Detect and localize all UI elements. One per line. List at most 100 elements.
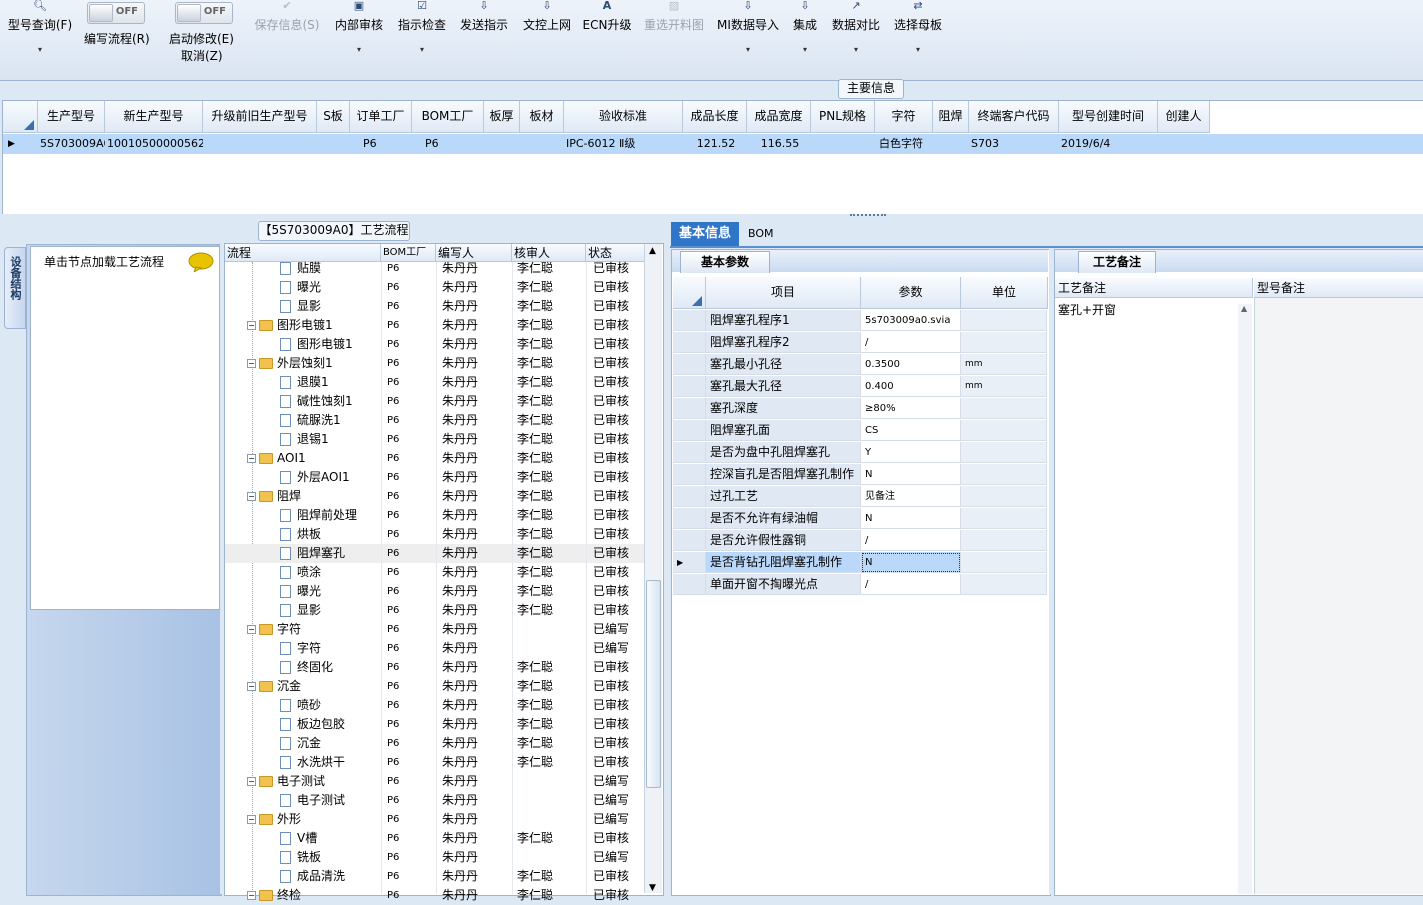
collapse-toggle-icon[interactable]: − [247, 321, 256, 330]
scrollbar-thumb[interactable] [646, 580, 661, 788]
basic-unit-cell[interactable] [961, 420, 1047, 441]
main-info-col-header[interactable]: 生产型号 [38, 101, 105, 133]
process-step-node[interactable]: 退膜1 P6 朱丹丹 李仁聪 已审核 [225, 373, 645, 392]
collapse-toggle-icon[interactable]: − [247, 454, 256, 463]
model-query-button[interactable]: 🔍︎ 型号查询(F) ▾ [4, 0, 76, 78]
internal-review-button[interactable]: ▣ 内部审核 ▾ [333, 0, 385, 78]
scroll-up-icon[interactable]: ▲ [1241, 304, 1247, 313]
collapse-toggle-icon[interactable]: − [247, 777, 256, 786]
main-info-cell[interactable] [811, 134, 875, 154]
basic-unit-cell[interactable]: mm [961, 354, 1047, 375]
mi-import-button[interactable]: ⇩ MI数据导入 ▾ [715, 0, 781, 78]
process-step-node[interactable]: 喷涂 P6 朱丹丹 李仁聪 已审核 [225, 563, 645, 582]
basic-param-cell[interactable]: N [861, 464, 961, 485]
tab-process-notes[interactable]: 工艺备注 [1078, 251, 1156, 273]
ecn-upgrade-button[interactable]: A ECN升级 [582, 0, 632, 78]
process-group-node[interactable]: − AOI1 P6 朱丹丹 李仁聪 已审核 [225, 449, 645, 468]
main-info-col-header[interactable]: 板厚 [484, 101, 520, 133]
horizontal-splitter[interactable] [0, 214, 1423, 222]
main-info-cell[interactable]: 白色字符 [877, 134, 933, 154]
main-info-col-header[interactable]: 板材 [520, 101, 564, 133]
row-header-cell[interactable] [673, 508, 706, 529]
process-group-node[interactable]: − 电子测试 P6 朱丹丹 已编写 [225, 772, 645, 791]
row-header-cell[interactable] [673, 354, 706, 375]
tab-basic-info[interactable]: 基本信息 [671, 222, 739, 246]
main-info-cell[interactable] [317, 134, 350, 154]
main-info-col-header[interactable]: 升级前旧生产型号 [203, 101, 317, 133]
basic-unit-cell[interactable] [961, 310, 1047, 331]
main-info-cell[interactable]: P6 [361, 134, 412, 154]
basic-param-cell[interactable]: 0.400 [861, 376, 961, 397]
vertical-scrollbar[interactable]: ▲ [1238, 304, 1252, 894]
process-step-node[interactable]: 硫脲洗1 P6 朱丹丹 李仁聪 已审核 [225, 411, 645, 430]
process-step-node[interactable]: 贴膜 P6 朱丹丹 李仁聪 已审核 [225, 259, 645, 278]
process-step-node[interactable]: 显影 P6 朱丹丹 李仁聪 已审核 [225, 601, 645, 620]
process-step-node[interactable]: 图形电镀1 P6 朱丹丹 李仁聪 已审核 [225, 335, 645, 354]
basic-param-cell[interactable]: ≥80% [861, 398, 961, 419]
basic-param-cell[interactable]: N [861, 508, 961, 529]
column-header-param[interactable]: 参数 [861, 277, 961, 309]
process-group-node[interactable]: − 字符 P6 朱丹丹 已编写 [225, 620, 645, 639]
process-step-node[interactable]: 烘板 P6 朱丹丹 李仁聪 已审核 [225, 525, 645, 544]
basic-param-cell[interactable]: 5s703009a0.svia [861, 310, 961, 331]
row-header-cell[interactable] [673, 442, 706, 463]
collapse-toggle-icon[interactable]: − [247, 625, 256, 634]
basic-param-cell[interactable]: N [861, 552, 961, 573]
basic-unit-cell[interactable] [961, 398, 1047, 419]
main-info-col-header[interactable]: 终端客户代码 [969, 101, 1059, 133]
collapse-toggle-icon[interactable]: − [247, 682, 256, 691]
process-step-node[interactable]: 退锡1 P6 朱丹丹 李仁聪 已审核 [225, 430, 645, 449]
main-info-cell[interactable] [203, 134, 317, 154]
basic-param-row[interactable]: 是否不允许有绿油帽 N [673, 508, 1047, 530]
row-header-cell[interactable] [673, 530, 706, 551]
basic-param-row[interactable]: 塞孔最小孔径 0.3500 mm [673, 354, 1047, 376]
process-step-node[interactable]: 水洗烘干 P6 朱丹丹 李仁聪 已审核 [225, 753, 645, 772]
basic-param-row[interactable]: 阻焊塞孔面 CS [673, 420, 1047, 442]
main-info-col-header[interactable]: 订单工厂 [350, 101, 412, 133]
process-group-node[interactable]: − 图形电镀1 P6 朱丹丹 李仁聪 已审核 [225, 316, 645, 335]
main-info-cell[interactable] [933, 134, 969, 154]
basic-unit-cell[interactable] [961, 332, 1047, 353]
integrate-button[interactable]: ⇩ 集成 ▾ [790, 0, 820, 78]
basic-param-cell[interactable]: / [861, 332, 961, 353]
vertical-splitter[interactable] [1049, 249, 1053, 894]
scroll-down-icon[interactable]: ▼ [649, 883, 656, 893]
main-info-cell[interactable] [520, 134, 564, 154]
main-info-col-header[interactable]: S板 [317, 101, 350, 133]
basic-param-cell[interactable]: / [861, 574, 961, 595]
collapse-toggle-icon[interactable]: − [247, 359, 256, 368]
basic-unit-cell[interactable] [961, 508, 1047, 529]
row-header-cell[interactable] [673, 464, 706, 485]
vertical-splitter[interactable] [664, 244, 668, 894]
main-info-cell[interactable]: IPC-6012 Ⅱ级 [564, 134, 683, 154]
basic-unit-cell[interactable] [961, 552, 1047, 573]
main-info-cell[interactable] [1158, 134, 1210, 154]
main-info-col-header[interactable]: 字符 [875, 101, 933, 133]
main-info-col-header[interactable]: 阻焊 [933, 101, 969, 133]
main-info-col-header[interactable]: 新生产型号 [105, 101, 203, 133]
reselect-cutting-button[interactable]: ▨ 重选开料图 [641, 0, 707, 78]
process-step-node[interactable]: 沉金 P6 朱丹丹 李仁聪 已审核 [225, 734, 645, 753]
collapse-toggle-icon[interactable]: − [247, 891, 256, 900]
row-header-cell[interactable]: ▶ [673, 552, 706, 573]
main-info-col-header[interactable]: 型号创建时间 [1059, 101, 1158, 133]
process-step-node[interactable]: 字符 P6 朱丹丹 已编写 [225, 639, 645, 658]
basic-unit-cell[interactable] [961, 442, 1047, 463]
save-info-button[interactable]: ✔ 保存信息(S) [251, 0, 323, 78]
cancel-button[interactable]: 取消(Z) [181, 47, 223, 64]
select-mother-board-button[interactable]: ⇄ 选择母板 ▾ [892, 0, 944, 78]
main-info-col-header[interactable]: PNL规格 [811, 101, 875, 133]
basic-param-row[interactable]: 塞孔深度 ≥80% [673, 398, 1047, 420]
basic-param-cell[interactable]: 见备注 [861, 486, 961, 507]
basic-param-cell[interactable]: / [861, 530, 961, 551]
side-tree-box[interactable] [30, 246, 220, 610]
process-step-node[interactable]: 阻焊塞孔 P6 朱丹丹 李仁聪 已审核 [225, 544, 645, 563]
collapse-toggle-icon[interactable]: − [247, 492, 256, 501]
process-step-node[interactable]: 曝光 P6 朱丹丹 李仁聪 已审核 [225, 582, 645, 601]
main-info-cell[interactable]: 116.55 [747, 134, 811, 154]
main-info-cell[interactable]: P6 [423, 134, 484, 154]
main-info-col-header[interactable]: 成品长度 [683, 101, 747, 133]
start-modify-toggle[interactable]: OFF [175, 2, 233, 24]
basic-param-cell[interactable]: CS [861, 420, 961, 441]
tab-basic-params[interactable]: 基本参数 [680, 251, 770, 273]
